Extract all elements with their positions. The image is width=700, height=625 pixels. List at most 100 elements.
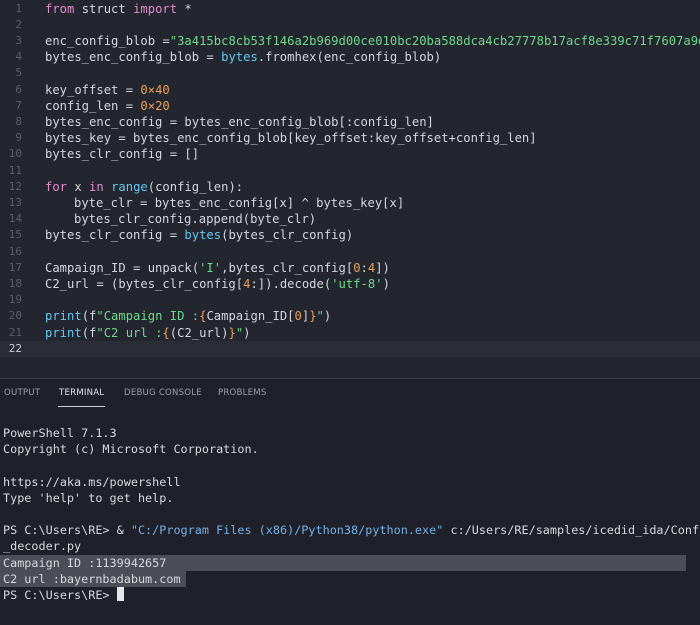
terminal-text: _decoder.py: [3, 539, 82, 554]
line-number: 3: [15, 33, 22, 47]
code-token: for: [45, 179, 68, 194]
code-token: print: [45, 309, 82, 324]
code-line[interactable]: 21 print(f"C2 url :{(C2_url)}"): [0, 325, 700, 341]
line-number: 14: [8, 212, 22, 226]
code-token: (C2_url): [169, 325, 229, 340]
line-number: 4: [15, 50, 22, 64]
code-token: (bytes_clr_config): [221, 228, 354, 243]
code-token: bytes_enc_config = bytes_enc_config_blob…: [45, 114, 434, 129]
line-number: 7: [15, 98, 22, 112]
code-token: enc_config_blob =: [45, 33, 170, 48]
terminal-line: Campaign ID :1139942657: [3, 555, 166, 571]
terminal-line: https://aka.ms/powershell: [3, 474, 181, 490]
code-line[interactable]: 18 C2_url = (bytes_clr_config[4:]).decode…: [0, 276, 700, 292]
code-line[interactable]: 7 config_len = 0×20: [0, 98, 700, 114]
code-text: byte_clr = bytes_enc_config[x] ^ bytes_k…: [45, 195, 404, 211]
line-number: 2: [15, 17, 22, 31]
code-token: "Campaign ID :: [96, 309, 200, 324]
terminal-line: PowerShell 7.1.3: [3, 425, 117, 441]
code-text: bytes_clr_config = bytes(bytes_clr_confi…: [45, 227, 353, 243]
code-token: {: [162, 325, 170, 340]
code-line[interactable]: 8 bytes_enc_config = bytes_enc_config_blo…: [0, 114, 700, 130]
code-text: config_len = 0×20: [45, 98, 170, 114]
code-line[interactable]: 20 print(f"Campaign ID :{Campaign_ID[0]}"…: [0, 308, 700, 324]
line-number: 12: [8, 179, 22, 193]
code-line[interactable]: 16: [0, 244, 700, 260]
code-line[interactable]: 3 enc_config_blob ="3a415bc8cb53f146a2b96…: [0, 33, 700, 49]
line-number: 22: [8, 341, 22, 355]
terminal-segment: PS C:\Users\RE> &: [3, 523, 131, 538]
code-line[interactable]: 15 bytes_clr_config = bytes(bytes_clr_con…: [0, 227, 700, 243]
code-token: C2_url = (bytes_clr_config[: [45, 276, 244, 291]
code-line[interactable]: 1 from struct import *: [0, 1, 700, 17]
code-line[interactable]: 22: [0, 340, 700, 357]
tab-output[interactable]: OUTPUT: [4, 388, 40, 398]
code-token: ): [243, 325, 251, 340]
code-line[interactable]: 6 key_offset = 0×40: [0, 82, 700, 98]
code-token: ): [382, 276, 390, 291]
line-number: 1: [15, 1, 22, 15]
code-line[interactable]: 12 for x in range(config_len):: [0, 179, 700, 195]
code-token: :: [360, 260, 368, 275]
terminal-text: PS C:\Users\RE>: [3, 588, 117, 602]
line-number: 21: [8, 325, 22, 339]
line-number: 16: [8, 244, 22, 258]
code-token: 0: [353, 260, 361, 275]
code-token: Campaign_ID = unpack(: [45, 260, 200, 275]
code-text: C2_url = (bytes_clr_config[4:]).decode('…: [45, 276, 390, 292]
code-line[interactable]: 19: [0, 292, 700, 308]
code-token: :]).decode(: [250, 276, 332, 291]
code-line[interactable]: 10 bytes_clr_config = []: [0, 146, 700, 162]
terminal-line: PS C:\Users\RE>: [3, 587, 124, 603]
code-line[interactable]: 4 bytes_enc_config_blob = bytes.fromhex(e…: [0, 49, 700, 65]
code-token: config_len =: [45, 98, 141, 113]
code-token: import: [133, 1, 178, 16]
code-text: bytes_clr_config.append(byte_clr): [45, 211, 316, 227]
code-token: bytes: [184, 228, 222, 243]
code-line[interactable]: 13 byte_clr = bytes_enc_config[x] ^ bytes…: [0, 195, 700, 211]
terminal-line: C2 url :bayernbadabum.com: [3, 571, 181, 587]
code-token: 0×20: [140, 98, 170, 113]
code-line[interactable]: 2: [0, 17, 700, 33]
code-token: ,bytes_clr_config[: [221, 260, 354, 275]
code-token: "3a415bc8cb53f146a2b969d00ce010bc20ba588…: [169, 33, 700, 48]
code-text: Campaign_ID = unpack('I',bytes_clr_confi…: [45, 260, 390, 276]
code-line[interactable]: 5: [0, 65, 700, 81]
terminal-segment: c:/Users/RE/samples/icedid_ida/Config: [443, 523, 700, 538]
terminal-segment: "C:/Program Files (x86)/Python38/python.…: [130, 523, 444, 538]
terminal-text: C2 url :bayernbadabum.com: [3, 571, 181, 586]
line-number: 20: [8, 309, 22, 323]
code-line[interactable]: 9 bytes_key = bytes_enc_config_blob[key_o…: [0, 130, 700, 146]
terminal-text: Campaign ID :1139942657: [3, 555, 167, 570]
bottom-panel: OUTPUT TERMINAL DEBUG CONSOLE PROBLEMS P…: [0, 379, 700, 625]
code-token: 0×40: [140, 82, 170, 97]
line-number: 13: [8, 195, 22, 209]
code-token: Campaign_ID[: [206, 309, 295, 324]
code-token: in: [89, 179, 104, 194]
tab-problems[interactable]: PROBLEMS: [218, 388, 267, 398]
code-line[interactable]: 17 Campaign_ID = unpack('I',bytes_clr_con…: [0, 260, 700, 276]
line-number: 6: [15, 82, 22, 96]
code-line[interactable]: 14 bytes_clr_config.append(byte_clr): [0, 211, 700, 227]
terminal-line: _decoder.py: [3, 538, 81, 554]
code-token: struct: [74, 1, 134, 16]
code-line[interactable]: 11: [0, 163, 700, 179]
code-token: *: [177, 1, 192, 16]
code-text: enc_config_blob ="3a415bc8cb53f146a2b969…: [45, 33, 700, 49]
panel-tabs: OUTPUT TERMINAL DEBUG CONSOLE PROBLEMS: [0, 379, 700, 407]
line-number: 11: [8, 163, 22, 177]
code-text: print(f"C2 url :{(C2_url)}"): [45, 325, 251, 341]
tab-terminal[interactable]: TERMINAL: [59, 388, 104, 398]
code-text: from struct import *: [45, 1, 192, 17]
code-editor[interactable]: 1 from struct import * 2 3 enc_config_blob =…: [0, 0, 700, 378]
code-token: ]): [375, 260, 390, 275]
code-token: key_offset =: [45, 82, 141, 97]
line-number: 19: [8, 293, 22, 307]
code-text: bytes_enc_config = bytes_enc_config_blob…: [45, 114, 434, 130]
code-text: print(f"Campaign ID :{Campaign_ID[0]}"): [45, 308, 331, 324]
tab-debug-console[interactable]: DEBUG CONSOLE: [124, 388, 202, 398]
terminal-text: Copyright (c) Microsoft Corporation.: [3, 442, 259, 457]
code-text: bytes_clr_config = []: [45, 146, 199, 162]
code-token: "C2 url :: [96, 325, 163, 340]
code-token: byte_clr = bytes_enc_config[x] ^ bytes_k…: [74, 195, 405, 210]
